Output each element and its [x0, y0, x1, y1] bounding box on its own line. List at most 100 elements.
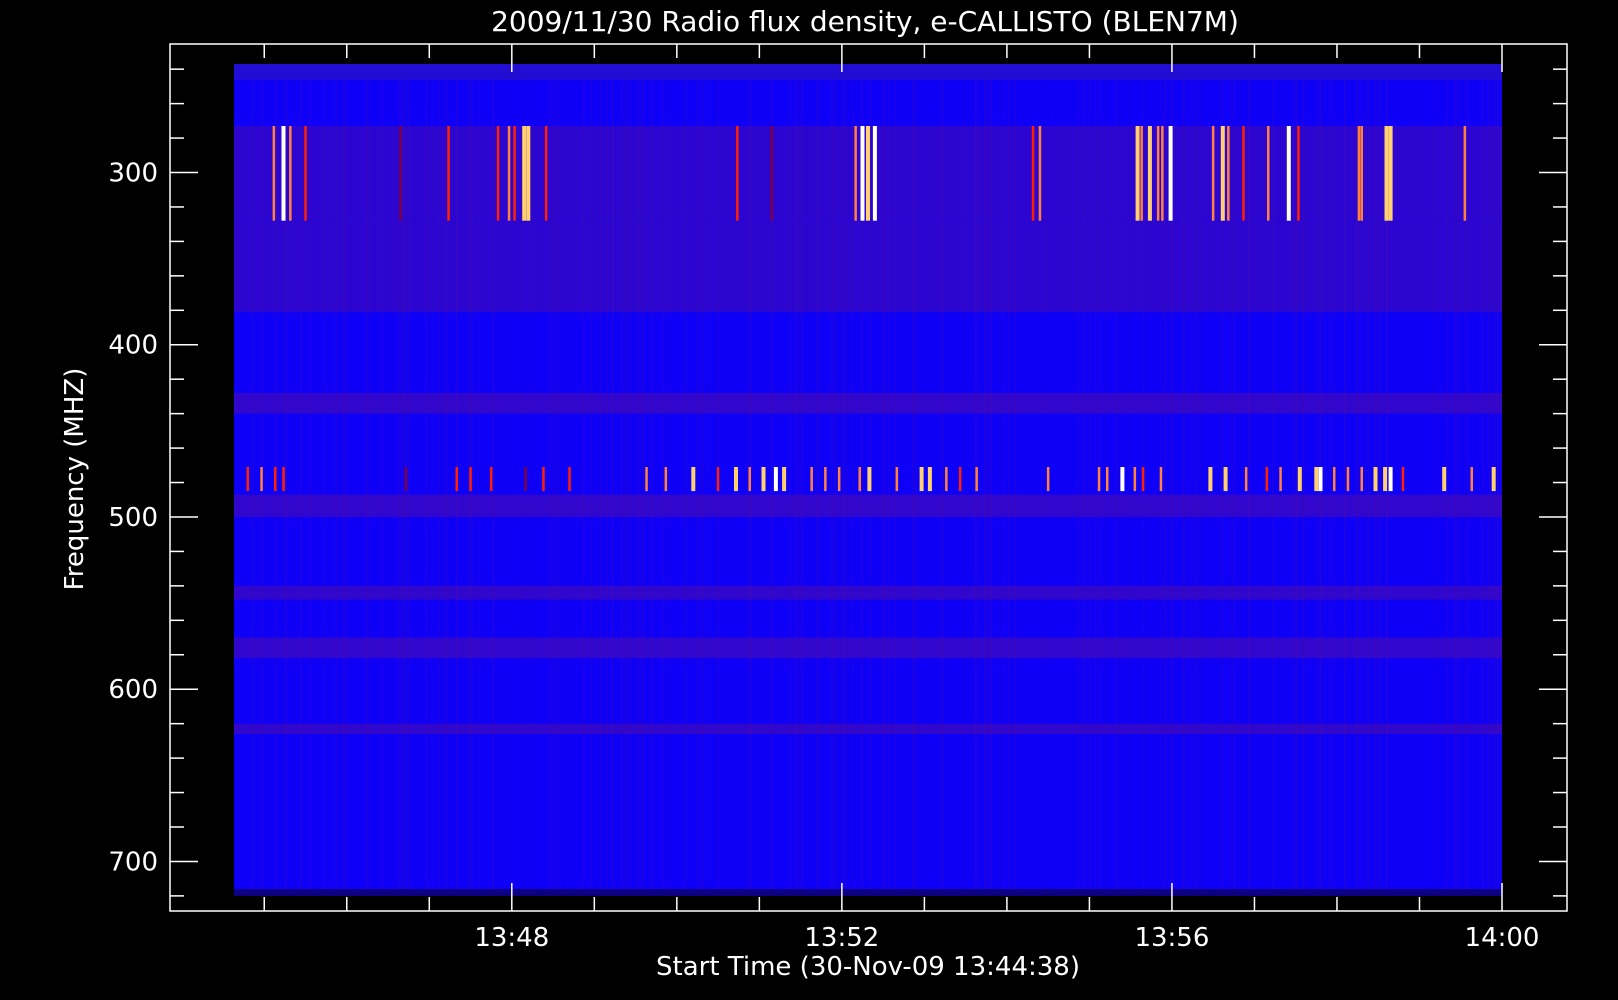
burst-line-mid-7 [489, 467, 493, 492]
burst-line-upper-12 [736, 126, 739, 221]
burst-line-mid-14 [716, 467, 720, 492]
burst-line-mid-46 [1333, 467, 1336, 492]
spectrogram-chart: 2009/11/30 Radio flux density, e-CALLIST… [60, 5, 1568, 982]
burst-line-mid-53 [1442, 467, 1447, 492]
burst-line-upper-34 [1360, 126, 1363, 221]
burst-line-mid-25 [895, 467, 899, 492]
x-tick-label: 13:48 [474, 923, 549, 953]
y-tick-label: 600 [108, 675, 158, 705]
burst-line-mid-26 [919, 467, 924, 492]
burst-line-upper-33 [1357, 126, 1361, 221]
y-tick-label: 700 [108, 847, 158, 877]
burst-line-mid-39 [1223, 467, 1228, 492]
burst-line-mid-3 [282, 467, 285, 492]
burst-line-upper-2 [289, 126, 292, 221]
y-tick-label: 500 [108, 503, 158, 533]
burst-line-mid-17 [761, 467, 766, 492]
burst-line-upper-16 [866, 126, 870, 221]
burst-line-upper-30 [1267, 126, 1270, 221]
burst-line-mid-49 [1373, 467, 1378, 492]
burst-line-mid-30 [975, 467, 978, 492]
burst-line-upper-19 [1038, 126, 1042, 221]
burst-line-mid-15 [734, 467, 738, 492]
burst-line-mid-19 [782, 467, 787, 492]
burst-line-mid-40 [1244, 467, 1248, 492]
burst-line-mid-37 [1159, 467, 1163, 492]
burst-line-mid-23 [858, 467, 861, 492]
burst-line-mid-22 [837, 467, 841, 492]
burst-line-upper-20 [1135, 126, 1140, 221]
chart-title: 2009/11/30 Radio flux density, e-CALLIST… [491, 5, 1239, 38]
burst-line-mid-16 [748, 467, 751, 492]
burst-line-mid-2 [274, 467, 277, 492]
burst-line-mid-55 [1491, 467, 1496, 492]
burst-line-mid-0 [246, 467, 249, 492]
burst-line-mid-29 [958, 467, 962, 492]
burst-line-mid-33 [1106, 467, 1109, 492]
burst-line-upper-32 [1297, 126, 1300, 221]
burst-line-mid-18 [773, 467, 778, 492]
burst-line-upper-5 [447, 126, 450, 221]
burst-line-mid-5 [455, 467, 458, 492]
burst-line-upper-18 [1031, 126, 1035, 221]
burst-line-mid-44 [1314, 467, 1319, 492]
burst-line-mid-36 [1141, 467, 1145, 492]
burst-line-upper-1 [281, 126, 286, 221]
burst-line-mid-9 [542, 467, 545, 492]
burst-line-upper-17 [872, 126, 877, 221]
burst-line-mid-52 [1401, 467, 1405, 492]
burst-line-mid-34 [1120, 467, 1125, 492]
burst-line-upper-36 [1388, 126, 1393, 221]
x-tick-label: 14:00 [1465, 923, 1540, 953]
burst-line-mid-12 [664, 467, 668, 492]
burst-line-upper-3 [304, 126, 307, 221]
burst-line-mid-6 [469, 467, 472, 492]
heatmap-area [234, 64, 1502, 896]
burst-line-upper-11 [544, 126, 548, 221]
burst-line-upper-35 [1384, 126, 1389, 221]
burst-line-mid-47 [1346, 467, 1350, 492]
burst-line-upper-10 [526, 126, 531, 221]
burst-line-mid-35 [1133, 467, 1137, 492]
burst-line-upper-23 [1156, 126, 1160, 221]
burst-line-mid-20 [810, 467, 813, 492]
burst-line-upper-28 [1227, 126, 1230, 221]
burst-line-mid-48 [1360, 467, 1363, 492]
x-tick-label: 13:52 [804, 923, 879, 953]
frequency-band-5 [234, 494, 1502, 517]
burst-line-mid-1 [260, 467, 263, 492]
burst-line-upper-9 [522, 126, 527, 221]
y-tick-label: 300 [108, 159, 158, 189]
burst-line-mid-27 [927, 467, 932, 492]
burst-line-upper-25 [1168, 126, 1173, 221]
burst-line-mid-51 [1388, 467, 1393, 492]
frequency-band-2 [234, 220, 1502, 313]
burst-line-mid-45 [1318, 467, 1323, 492]
burst-line-mid-10 [568, 467, 571, 492]
burst-line-upper-13 [770, 126, 773, 221]
burst-line-mid-50 [1383, 467, 1388, 492]
x-axis-label: Start Time (30-Nov-09 13:44:38) [656, 952, 1080, 982]
burst-line-upper-0 [272, 126, 276, 221]
burst-line-upper-4 [399, 126, 402, 221]
burst-line-mid-43 [1297, 467, 1302, 492]
burst-line-upper-7 [507, 126, 511, 221]
frequency-band-8 [234, 723, 1502, 734]
frequency-band-4 [234, 392, 1502, 414]
top-noise-band [234, 64, 1502, 80]
burst-line-upper-31 [1286, 126, 1291, 221]
frequency-band-7 [234, 637, 1502, 659]
burst-line-mid-31 [1046, 467, 1050, 492]
burst-line-upper-24 [1161, 126, 1164, 221]
burst-line-mid-24 [867, 467, 872, 492]
burst-line-mid-13 [691, 467, 696, 492]
frequency-band-6 [234, 585, 1502, 600]
burst-line-upper-29 [1242, 126, 1245, 221]
burst-line-upper-26 [1211, 126, 1215, 221]
burst-line-upper-21 [1140, 126, 1143, 221]
burst-line-mid-54 [1470, 467, 1473, 492]
frequency-band-0 [234, 79, 1502, 127]
burst-line-mid-42 [1279, 467, 1282, 492]
x-tick-label: 13:56 [1134, 923, 1209, 953]
burst-line-upper-6 [496, 126, 500, 221]
